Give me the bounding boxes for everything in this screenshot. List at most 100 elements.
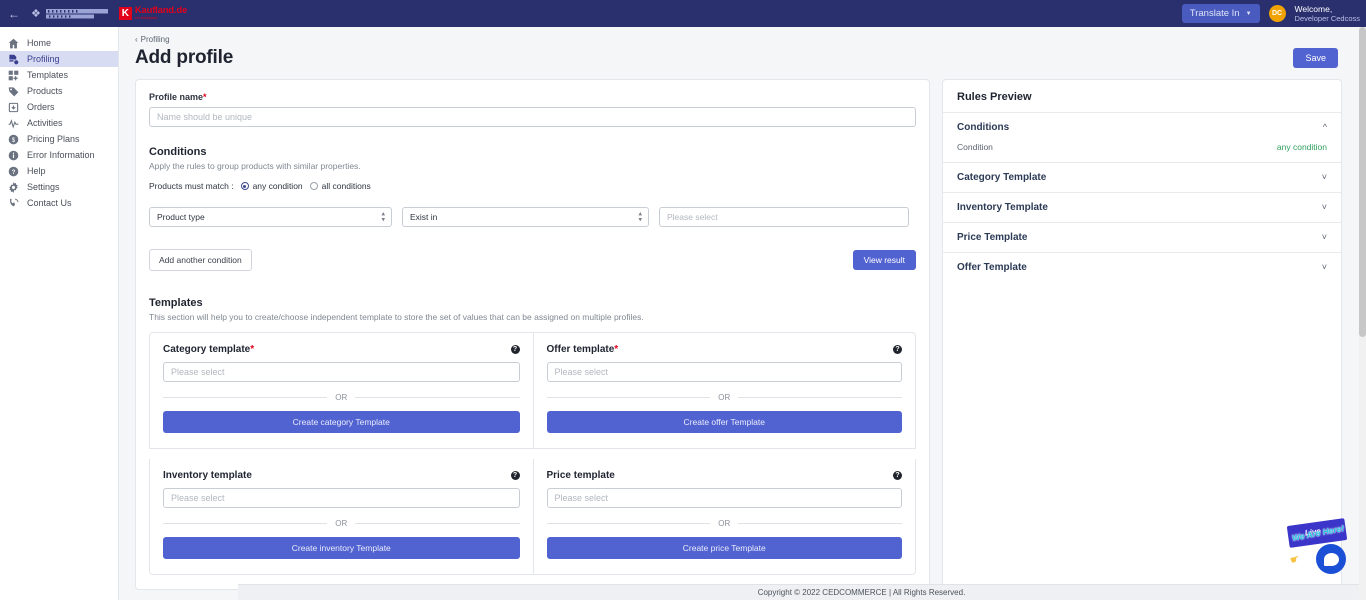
chevron-down-icon[interactable]: ˅ — [1322, 173, 1327, 182]
or-label: OR — [335, 393, 348, 402]
waving-hand-icon: ☛ — [1288, 552, 1302, 568]
save-button[interactable]: Save — [1293, 48, 1338, 68]
rules-preview-section-inventory-template[interactable]: Inventory Template ˅ — [943, 192, 1341, 222]
sidebar-item-label: Templates — [27, 70, 69, 80]
rules-preview-section-category-template[interactable]: Category Template ˅ — [943, 162, 1341, 192]
chevron-down-icon: ▼ — [1245, 10, 1252, 17]
condition-value-select[interactable]: Please select — [659, 207, 909, 227]
user-menu[interactable]: Welcome, Developer Cedcoss — [1295, 4, 1360, 24]
page-title: Add profile — [135, 47, 234, 68]
sidebar: Home Profiling Templates Products Orders Acti… — [0, 27, 119, 600]
radio-any-condition-label: any condition — [252, 181, 303, 191]
condition-row: Product type ▴ ▾ Exist in ▴ ▾ Please selec… — [149, 207, 916, 227]
or-divider: OR — [546, 519, 902, 528]
products-must-match-label: Products must match : — [149, 181, 234, 191]
offer-template-select-input[interactable] — [546, 362, 902, 382]
kaufland-tagline: ein Marktplatz — [134, 15, 158, 20]
translate-in-button[interactable]: Translate In ▼ — [1181, 4, 1260, 23]
sidebar-item-orders[interactable]: Orders — [0, 99, 118, 115]
help-circle-icon[interactable]: ? — [893, 471, 902, 480]
create-inventory-button[interactable]: Create inventory Template — [163, 537, 520, 559]
select-spinner-icon: ▴ ▾ — [381, 210, 385, 223]
rules-preview-conditions-label: Conditions — [957, 122, 1010, 133]
profile-name-input[interactable] — [149, 107, 916, 127]
or-divider: OR — [546, 393, 902, 402]
chevron-down-icon[interactable]: ˅ — [1322, 233, 1327, 242]
sidebar-item-error-information[interactable]: Error Information — [0, 147, 118, 163]
view-result-button[interactable]: View result — [852, 250, 916, 270]
sidebar-item-label: Pricing Plans — [27, 134, 80, 144]
chat-bubble-icon[interactable] — [1316, 544, 1346, 574]
add-another-condition-button[interactable]: Add another condition — [149, 249, 252, 271]
help-circle-icon[interactable]: ? — [510, 471, 520, 480]
back-arrow-icon[interactable]: ← — [0, 8, 28, 20]
sidebar-item-label: Activities — [27, 118, 63, 128]
rules-preview-section-price-template[interactable]: Price Template ˅ — [943, 222, 1341, 252]
breadcrumb[interactable]: ‹ Profiling — [135, 35, 1366, 44]
kaufland-wordmark: Kaufland.de — [134, 5, 188, 17]
sidebar-item-templates[interactable]: Templates — [0, 67, 118, 83]
chevron-down-icon[interactable]: ˅ — [1322, 203, 1327, 212]
avatar[interactable]: DC — [1268, 5, 1286, 22]
sidebar-item-help[interactable]: ? Help — [0, 163, 118, 179]
rules-preview-conditions-section: Conditions ^ Condition any condition — [943, 112, 1341, 162]
chevron-down-icon[interactable]: ˅ — [1322, 263, 1327, 272]
rules-preview-condition-value: any condition — [1276, 142, 1327, 152]
brand-logo[interactable]: ❖ K Kaufland.de ein Marktplatz — [31, 6, 187, 20]
main-content: ‹ Profiling Add profile Save Profile nam… — [119, 27, 1366, 600]
sidebar-item-pricing-plans[interactable]: $ Pricing Plans — [0, 131, 118, 147]
or-divider: OR — [163, 393, 520, 402]
sidebar-item-activities[interactable]: Activities — [0, 115, 118, 131]
profile-form-card: Profile name* Conditions Apply the rules… — [135, 79, 930, 590]
rules-preview-card: Rules Preview Conditions ^ Condition any… — [942, 79, 1342, 590]
sidebar-item-settings[interactable]: Settings — [0, 179, 118, 195]
sidebar-item-label: Contact Us — [27, 198, 72, 208]
rules-preview-category-template-label: Category Template — [957, 172, 1047, 183]
sidebar-item-home[interactable]: Home — [0, 35, 118, 51]
condition-attribute-select[interactable]: Product type ▴ ▾ — [149, 207, 392, 227]
svg-text:?: ? — [12, 168, 16, 175]
sidebar-item-products[interactable]: Products — [0, 83, 118, 99]
or-label: OR — [718, 393, 731, 402]
template-cell-category-template: Category template*? OR Create category Tem… — [150, 333, 533, 448]
rules-preview-condition-key: Condition — [957, 142, 993, 152]
required-marker: * — [203, 92, 207, 102]
rules-preview-section-offer-template[interactable]: Offer Template ˅ — [943, 252, 1341, 282]
conditions-subtitle: Apply the rules to group products with s… — [149, 161, 361, 171]
dollar-circle-icon: $ — [8, 134, 19, 145]
help-circle-icon[interactable]: ? — [893, 345, 902, 354]
sidebar-item-label: Profiling — [27, 54, 60, 64]
inventory-template-select-input[interactable] — [163, 488, 520, 508]
condition-operator-select[interactable]: Exist in ▴ ▾ — [402, 207, 649, 227]
templates-subtitle: This section will help you to create/cho… — [149, 312, 644, 322]
templates-heading: Templates — [149, 297, 203, 309]
top-bar: ← ❖ K Kaufland.de ein Marktplatz Transla… — [0, 0, 1366, 27]
create-offer-button[interactable]: Create offer Template — [546, 411, 902, 433]
create-price-button[interactable]: Create price Template — [546, 537, 902, 559]
chevron-up-icon[interactable]: ^ — [1323, 123, 1327, 132]
page-scrollbar[interactable] — [1359, 27, 1366, 600]
profile-name-label: Profile name* — [149, 92, 207, 102]
price-template-select-input[interactable] — [546, 488, 902, 508]
condition-value-placeholder: Please select — [667, 212, 718, 222]
cedcommerce-glyph-icon: ❖ — [31, 8, 41, 20]
radio-all-conditions-label: all conditions — [321, 181, 371, 191]
rules-preview-conditions-header[interactable]: Conditions ^ — [943, 113, 1341, 142]
chat-widget[interactable]: Live We Are Here! ☛ — [1286, 518, 1352, 576]
create-category-button[interactable]: Create category Template — [163, 411, 520, 433]
category-template-select-input[interactable] — [163, 362, 520, 382]
templates-icon — [8, 70, 19, 81]
or-label: OR — [718, 519, 731, 528]
rules-preview-offer-template-label: Offer Template — [957, 262, 1027, 273]
orders-box-icon — [8, 102, 19, 113]
user-name-label: Developer Cedcoss — [1294, 14, 1360, 24]
help-circle-icon[interactable]: ? — [510, 345, 520, 354]
radio-any-condition[interactable]: any condition — [240, 181, 303, 191]
sidebar-item-contact-us[interactable]: Contact Us — [0, 195, 118, 211]
price-template-label: Price template — [546, 470, 615, 481]
radio-any-condition-indicator — [240, 182, 249, 190]
radio-all-conditions[interactable]: all conditions — [309, 181, 371, 191]
inventory-template-label: Inventory template — [163, 470, 252, 481]
page-scrollbar-thumb[interactable] — [1359, 27, 1366, 337]
sidebar-item-profiling[interactable]: Profiling — [0, 51, 118, 67]
